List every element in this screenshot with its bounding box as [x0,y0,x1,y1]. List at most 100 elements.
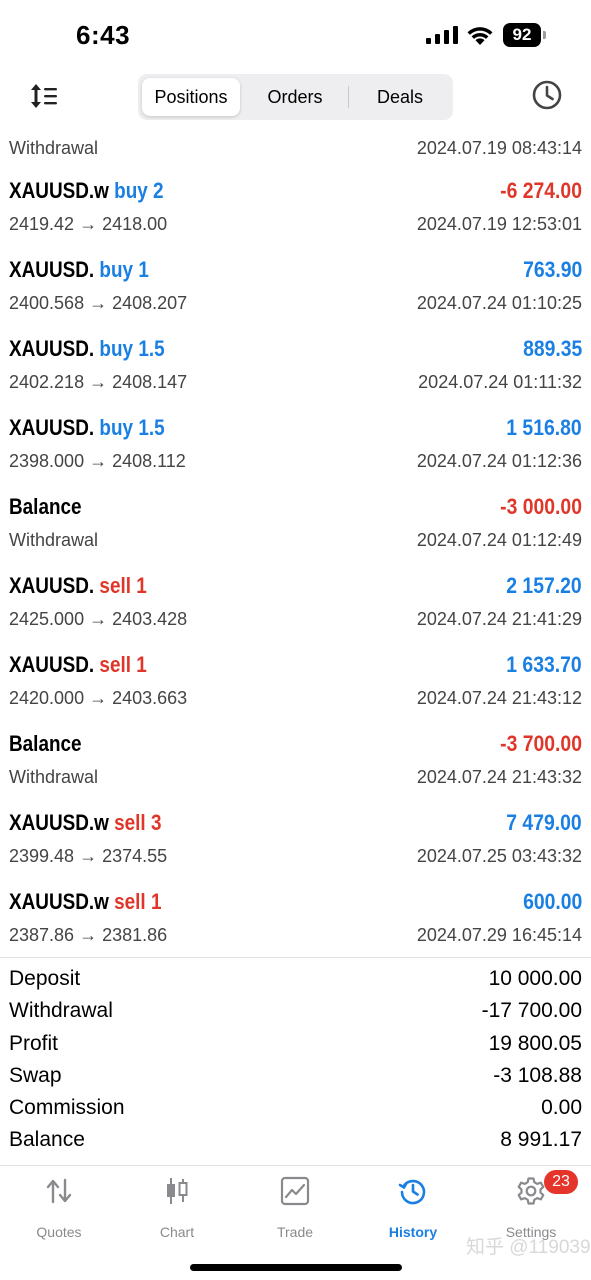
tab-label: History [388,1224,438,1240]
symbol-name: XAUUSD. [9,652,95,677]
home-indicator[interactable] [190,1264,402,1271]
tab-orders[interactable]: Orders [244,78,346,116]
tab-label: Quotes [36,1224,82,1240]
summary-label: Withdrawal [9,999,113,1023]
summary-row: Swap -3 108.88 [0,1061,591,1093]
deal-time: 2024.07.25 03:43:32 [416,846,582,866]
deal-side: sell [99,652,131,677]
deal-symbol: XAUUSD. buy 1.5 [9,336,165,362]
summary-value: 0.00 [541,1096,582,1120]
clock-icon[interactable] [530,78,564,112]
deal-volume: 2 [153,178,164,203]
signal-icon [426,26,458,44]
deal-profit: 600.00 [522,889,582,914]
up-down-arrows-icon [46,1178,72,1204]
gear-icon [517,1177,545,1205]
deal-comment: Withdrawal [9,530,99,550]
deal-row[interactable]: XAUUSD.w sell 3 7 479.00 2399.48 → 2374.… [0,800,591,879]
deal-profit: -3 700.00 [500,731,582,756]
sort-lines-icon[interactable] [28,80,60,112]
battery-tip [543,31,546,39]
notification-badge: 23 [544,1170,578,1194]
deal-prices: 2402.218 → 2408.147 [9,372,188,392]
deal-row[interactable]: Balance -3 000.00 Withdrawal 2024.07.24 … [0,484,591,563]
deal-profit: 7 479.00 [506,810,582,835]
deal-symbol: XAUUSD. sell 1 [9,652,147,678]
deal-side: sell [114,889,146,914]
tab-label: Chart [159,1224,195,1240]
deal-prices: 2399.48 → 2374.55 [9,846,168,866]
status-bar: 6:43 92 [0,0,591,64]
deal-symbol: XAUUSD.w sell 3 [9,810,162,836]
deal-symbol: XAUUSD.w buy 2 [9,178,164,204]
header: Positions Orders Deals [0,72,591,120]
deal-profit: -3 000.00 [500,494,582,519]
deal-volume: 1 [136,573,147,598]
deal-symbol: XAUUSD. buy 1 [9,257,149,283]
candlestick-icon [167,1178,188,1204]
summary-row: Profit 19 800.05 [0,1029,591,1061]
battery-icon: 92 [503,23,547,47]
symbol-name: XAUUSD. [9,573,95,598]
summary-row: Withdrawal -17 700.00 [0,996,591,1028]
deal-side: buy [99,336,134,361]
symbol-name: XAUUSD. [9,336,95,361]
deal-row[interactable]: XAUUSD. buy 1 763.90 2400.568 → 2408.207… [0,247,591,326]
deal-prices: 2398.000 → 2408.112 [9,451,186,471]
deal-profit: 2 157.20 [506,573,582,598]
tab-history[interactable]: History [354,1176,472,1246]
summary-row: Deposit 10 000.00 [0,964,591,996]
tab-chart[interactable]: Chart [118,1176,236,1246]
deal-row[interactable]: XAUUSD.w buy 2 -6 274.00 2419.42 → 2418.… [0,168,591,247]
summary-label: Swap [9,1063,62,1087]
summary-divider [0,957,591,958]
segment-divider [348,86,349,108]
deal-row[interactable]: XAUUSD.w sell 1 600.00 2387.86 → 2381.86… [0,879,591,958]
summary-value: -3 108.88 [493,1063,582,1087]
summary-value: -17 700.00 [481,999,582,1023]
summary-label: Deposit [9,967,81,990]
status-time: 6:43 [76,20,131,50]
deal-volume: 1.5 [138,415,165,440]
deal-row[interactable]: XAUUSD. buy 1.5 1 516.80 2398.000 → 2408… [0,405,591,484]
deal-time: 2024.07.24 21:43:12 [416,688,582,708]
deal-row[interactable]: XAUUSD. sell 1 2 157.20 2425.000 → 2403.… [0,563,591,642]
symbol-name: XAUUSD.w [9,178,109,203]
tab-positions[interactable]: Positions [142,78,240,116]
deal-row[interactable]: Withdrawal 2024.07.19 08:43:14 [0,130,591,168]
summary-row: Commission 0.00 [0,1093,591,1125]
summary-row: Balance 8 991.17 [0,1125,591,1157]
deal-side: sell [114,810,146,835]
deal-prices: 2420.000 → 2403.663 [9,688,188,708]
deal-volume: 3 [150,810,162,835]
deal-symbol: Balance [9,731,82,756]
tab-trade[interactable]: Trade [236,1176,354,1246]
deal-symbol: Balance [9,494,82,519]
tab-deals[interactable]: Deals [350,78,450,116]
deal-profit: 1 516.80 [506,415,582,440]
deal-row[interactable]: XAUUSD. buy 1.5 889.35 2402.218 → 2408.1… [0,326,591,405]
deal-profit: 763.90 [522,257,582,282]
summary-label: Balance [9,1128,85,1152]
deal-side: buy [99,415,134,440]
symbol-name: XAUUSD. [9,415,95,440]
deal-volume: 1 [150,889,162,914]
deal-volume: 1.5 [138,336,165,361]
summary-label: Profit [9,1031,59,1055]
watermark: 知乎 @1190398 [466,1237,591,1258]
deal-prices: 2425.000 → 2403.428 [9,609,188,629]
deal-volume: 1 [138,257,149,282]
deal-profit: 889.35 [522,336,582,361]
deal-side: buy [114,178,148,203]
summary-panel: Deposit 10 000.00 Withdrawal -17 700.00 … [0,964,591,1158]
deal-time: 2024.07.24 01:11:32 [418,372,582,392]
summary-label: Commission [9,1096,125,1120]
deal-profit: -6 274.00 [500,178,582,203]
deal-prices: 2419.42 → 2418.00 [9,214,168,234]
deal-row[interactable]: Balance -3 700.00 Withdrawal 2024.07.24 … [0,721,591,800]
history-icon [398,1179,426,1205]
deal-row[interactable]: XAUUSD. sell 1 1 633.70 2420.000 → 2403.… [0,642,591,721]
tab-quotes[interactable]: Quotes [0,1176,118,1246]
deal-time: 2024.07.24 01:12:36 [416,451,582,471]
deal-symbol: XAUUSD. buy 1.5 [9,415,165,441]
